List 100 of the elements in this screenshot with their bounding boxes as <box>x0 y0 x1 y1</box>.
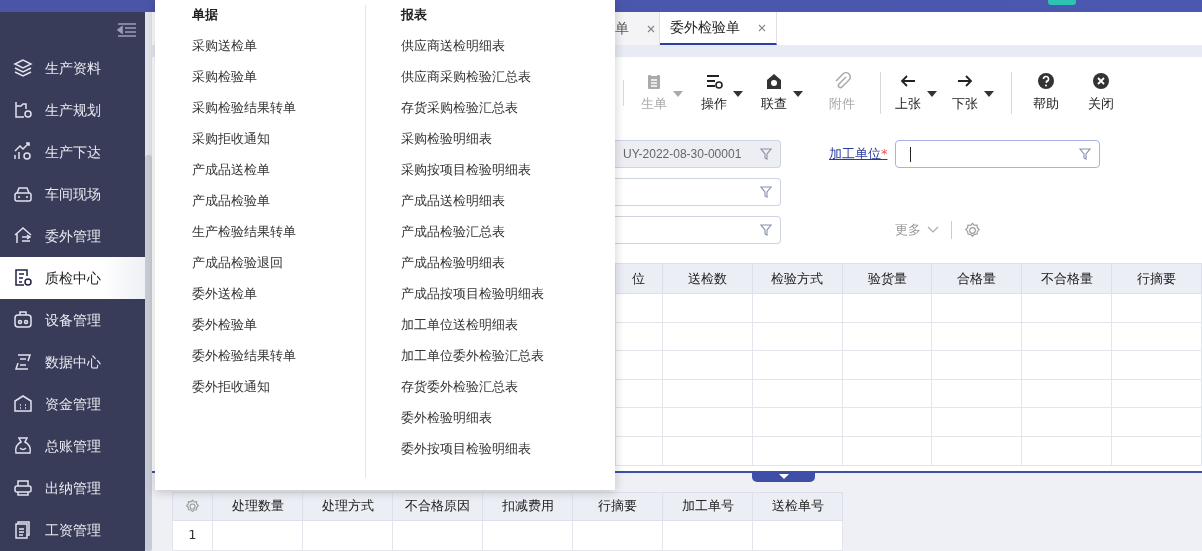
caret-icon <box>733 90 743 97</box>
clipboard-icon <box>645 72 663 91</box>
building-icon <box>13 394 33 414</box>
menu-item[interactable]: 产成品送检明细表 <box>401 191 505 211</box>
header-button[interactable] <box>1048 0 1076 5</box>
settings-icon[interactable] <box>185 499 200 515</box>
data-icon <box>13 352 33 372</box>
menu-item[interactable]: 采购检验单 <box>192 67 257 87</box>
settings-icon[interactable] <box>964 221 981 239</box>
field-label[interactable]: 加工单位* <box>829 144 895 164</box>
menu-item[interactable]: 产成品检验明细表 <box>401 253 505 273</box>
menu-item[interactable]: 存货采购检验汇总表 <box>401 98 518 118</box>
menu-heading: 报表 <box>401 6 428 24</box>
menu-item[interactable]: 委外检验单 <box>192 315 257 335</box>
sidebar-item[interactable]: 出纳管理 <box>0 467 145 509</box>
document-gear-icon <box>13 268 33 288</box>
menu-item[interactable]: 供应商送检明细表 <box>401 36 505 56</box>
splitter-handle[interactable] <box>752 472 815 482</box>
menu-item[interactable]: 存货委外检验汇总表 <box>401 377 518 397</box>
filter-icon[interactable] <box>1079 148 1091 160</box>
input-field[interactable] <box>615 216 781 244</box>
column-header: 送检数 <box>662 263 753 294</box>
menu-item[interactable]: 委外拒收通知 <box>192 377 270 397</box>
list-gear-icon <box>705 72 723 91</box>
sidebar-item[interactable]: 数据中心 <box>0 341 145 383</box>
menu-item[interactable]: 委外检验结果转单 <box>192 346 296 366</box>
paperclip-icon <box>833 72 851 91</box>
tab[interactable]: 单 <box>615 12 660 45</box>
scrollbar-thumb[interactable] <box>145 155 152 551</box>
toolbar-button[interactable]: 操作 <box>692 72 752 114</box>
menu-heading: 单据 <box>192 6 219 24</box>
caret-icon <box>984 90 994 97</box>
toolbar-button[interactable]: 上张 <box>880 72 943 114</box>
menu-item[interactable]: 委外检验明细表 <box>401 408 492 428</box>
sidebar-item[interactable]: 车间现场 <box>0 173 145 215</box>
menu-item[interactable]: 产成品检验退回 <box>192 253 283 273</box>
column-header: 处理方式 <box>302 492 393 521</box>
column-header: 合格量 <box>931 263 1022 294</box>
help-icon <box>1036 72 1055 91</box>
car-icon <box>13 184 33 204</box>
column-header: 处理数量 <box>212 492 303 521</box>
collapse-icon[interactable] <box>117 21 137 38</box>
sidebar-item[interactable]: 生产资料 <box>0 47 145 89</box>
money-bag-icon <box>13 436 33 456</box>
menu-item[interactable]: 加工单位送检明细表 <box>401 315 518 335</box>
caret-icon <box>673 90 683 97</box>
menu-item[interactable]: 委外按项目检验明细表 <box>401 439 531 459</box>
column-header: 行摘要 <box>572 492 663 521</box>
sidebar-item[interactable]: 生产下达 <box>0 131 145 173</box>
sidebar-item[interactable]: 质检中心 <box>0 257 145 299</box>
menu-item[interactable]: 产成品按项目检验明细表 <box>401 284 544 304</box>
toolbar-button[interactable]: 帮助 <box>1011 72 1071 114</box>
down-triangle-icon <box>777 472 790 480</box>
column-header: 不合格原因 <box>392 492 483 521</box>
filter-icon[interactable] <box>760 224 772 236</box>
sidebar-item[interactable]: 总账管理 <box>0 425 145 467</box>
menu-item[interactable]: 产成品送检单 <box>192 160 270 180</box>
menu-item[interactable]: 生产检验结果转单 <box>192 222 296 242</box>
menu-item[interactable]: 采购送检单 <box>192 36 257 56</box>
menu-item[interactable]: 产成品检验汇总表 <box>401 222 505 242</box>
menu-item[interactable]: 采购检验明细表 <box>401 129 492 149</box>
menu-item[interactable]: 采购拒收通知 <box>192 129 270 149</box>
column-header: 加工单号 <box>662 492 753 521</box>
column-header: 检验方式 <box>752 263 843 294</box>
menu-item[interactable]: 委外送检单 <box>192 284 257 304</box>
input-field[interactable] <box>615 178 781 206</box>
toolbar-button[interactable]: 下张 <box>943 72 1003 114</box>
menu-item[interactable]: 供应商采购检验汇总表 <box>401 67 531 87</box>
column-header: 验货量 <box>842 263 932 294</box>
menu-item[interactable]: 采购检验结果转单 <box>192 98 296 118</box>
menu-item[interactable]: 加工单位委外检验汇总表 <box>401 346 544 366</box>
documents-icon <box>13 520 33 540</box>
column-header: 位 <box>615 263 663 294</box>
sidebar-item[interactable]: 设备管理 <box>0 299 145 341</box>
input-field[interactable] <box>895 140 1100 168</box>
filter-icon[interactable] <box>760 186 772 198</box>
column-header: 扣减费用 <box>482 492 573 521</box>
row-number: 1 <box>172 520 213 551</box>
caret-icon <box>927 90 937 97</box>
menu-item[interactable]: 采购按项目检验明细表 <box>401 160 531 180</box>
house-icon <box>13 226 33 246</box>
house-search-icon <box>765 72 783 91</box>
layers-icon <box>13 58 33 78</box>
sidebar-item[interactable]: 生产规划 <box>0 89 145 131</box>
sidebar-item[interactable]: 资金管理 <box>0 383 145 425</box>
tab[interactable]: 委外检验单 <box>660 12 777 45</box>
sidebar-item[interactable]: 委外管理 <box>0 215 145 257</box>
scrollbar[interactable] <box>145 12 152 551</box>
caret-icon <box>793 90 803 97</box>
toolbar-button[interactable]: 关闭 <box>1071 72 1131 114</box>
toolbar-button[interactable]: 联查 <box>752 72 812 114</box>
close-icon <box>1092 72 1110 91</box>
folder-gear-icon <box>13 100 33 120</box>
chart-gear-icon <box>13 142 33 162</box>
toolbox-icon <box>13 310 33 330</box>
chevron-down-icon[interactable] <box>927 226 939 234</box>
sidebar-item[interactable]: 工资管理 <box>0 509 145 551</box>
printer-icon <box>13 478 33 498</box>
menu-item[interactable]: 产成品检验单 <box>192 191 270 211</box>
column-header: 行摘要 <box>1111 263 1202 294</box>
